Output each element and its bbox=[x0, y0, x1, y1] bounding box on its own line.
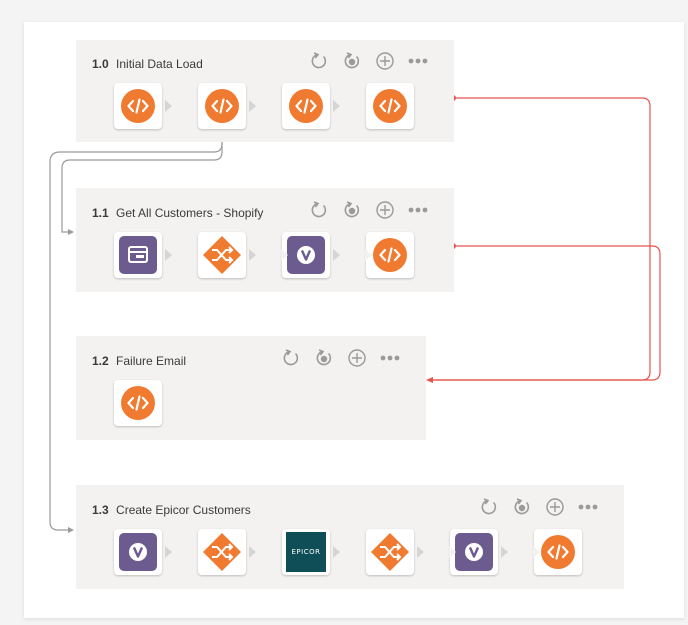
panel-name: Create Epicor Customers bbox=[116, 503, 251, 517]
code-icon bbox=[289, 89, 323, 123]
panel-toolbar bbox=[280, 347, 401, 369]
step-vendor[interactable] bbox=[449, 529, 508, 575]
panel-number: 1.2 bbox=[92, 354, 109, 368]
code-icon bbox=[121, 386, 155, 420]
epicor-logo: EPICOR bbox=[286, 532, 326, 572]
step-row: EPICOR bbox=[114, 529, 618, 575]
code-icon bbox=[373, 238, 407, 272]
more-icon[interactable] bbox=[379, 347, 401, 369]
step-code[interactable] bbox=[114, 83, 172, 129]
step-code[interactable] bbox=[533, 529, 582, 575]
panel-1-0: 1.0 Initial Data Load bbox=[76, 40, 454, 142]
step-shuffle[interactable] bbox=[198, 529, 256, 575]
v-icon bbox=[287, 236, 325, 274]
panel-title: 1.3 Create Epicor Customers bbox=[92, 503, 251, 517]
panel-title: 1.2 Failure Email bbox=[92, 354, 186, 368]
panel-title: 1.0 Initial Data Load bbox=[92, 57, 203, 71]
code-icon bbox=[373, 89, 407, 123]
add-icon[interactable] bbox=[346, 347, 368, 369]
panel-name: Get All Customers - Shopify bbox=[116, 206, 264, 220]
step-epicor[interactable]: EPICOR bbox=[282, 529, 340, 575]
code-icon bbox=[121, 89, 155, 123]
panel-1-1: 1.1 Get All Customers - Shopify bbox=[76, 188, 454, 292]
step-shopify[interactable] bbox=[114, 232, 172, 278]
reset-icon[interactable] bbox=[341, 50, 363, 72]
reset-icon[interactable] bbox=[341, 199, 363, 221]
step-row bbox=[114, 232, 450, 278]
step-row bbox=[114, 83, 450, 129]
add-icon[interactable] bbox=[544, 496, 566, 518]
step-vendor[interactable] bbox=[281, 232, 340, 278]
refresh-icon[interactable] bbox=[308, 199, 330, 221]
panel-1-2: 1.2 Failure Email bbox=[76, 336, 426, 440]
step-code[interactable] bbox=[365, 232, 414, 278]
panel-toolbar bbox=[308, 199, 429, 221]
step-vendor[interactable] bbox=[114, 529, 172, 575]
refresh-icon[interactable] bbox=[308, 50, 330, 72]
refresh-icon[interactable] bbox=[280, 347, 302, 369]
step-code[interactable] bbox=[114, 380, 162, 426]
add-icon[interactable] bbox=[374, 50, 396, 72]
code-icon bbox=[541, 535, 575, 569]
more-icon[interactable] bbox=[407, 50, 429, 72]
panel-toolbar bbox=[478, 496, 599, 518]
reset-icon[interactable] bbox=[511, 496, 533, 518]
shuffle-icon bbox=[203, 236, 241, 274]
panel-name: Failure Email bbox=[116, 354, 187, 368]
more-icon[interactable] bbox=[577, 496, 599, 518]
step-code[interactable] bbox=[282, 83, 340, 129]
panel-number: 1.1 bbox=[92, 206, 109, 220]
panel-title: 1.1 Get All Customers - Shopify bbox=[92, 206, 263, 220]
panel-name: Initial Data Load bbox=[116, 57, 203, 71]
more-icon[interactable] bbox=[407, 199, 429, 221]
add-icon[interactable] bbox=[374, 199, 396, 221]
reset-icon[interactable] bbox=[313, 347, 335, 369]
v-icon bbox=[455, 533, 493, 571]
step-shuffle[interactable] bbox=[366, 529, 424, 575]
panel-toolbar bbox=[308, 50, 429, 72]
shopify-card-icon bbox=[119, 236, 157, 274]
panel-1-3: 1.3 Create Epicor Customers EPICOR bbox=[76, 485, 624, 589]
panel-number: 1.0 bbox=[92, 57, 109, 71]
v-icon bbox=[119, 533, 157, 571]
shuffle-icon bbox=[203, 533, 241, 571]
step-row bbox=[114, 380, 198, 426]
step-shuffle[interactable] bbox=[198, 232, 256, 278]
code-icon bbox=[205, 89, 239, 123]
step-code[interactable] bbox=[366, 83, 414, 129]
shuffle-icon bbox=[371, 533, 409, 571]
refresh-icon[interactable] bbox=[478, 496, 500, 518]
step-code[interactable] bbox=[198, 83, 256, 129]
panel-number: 1.3 bbox=[92, 503, 109, 517]
